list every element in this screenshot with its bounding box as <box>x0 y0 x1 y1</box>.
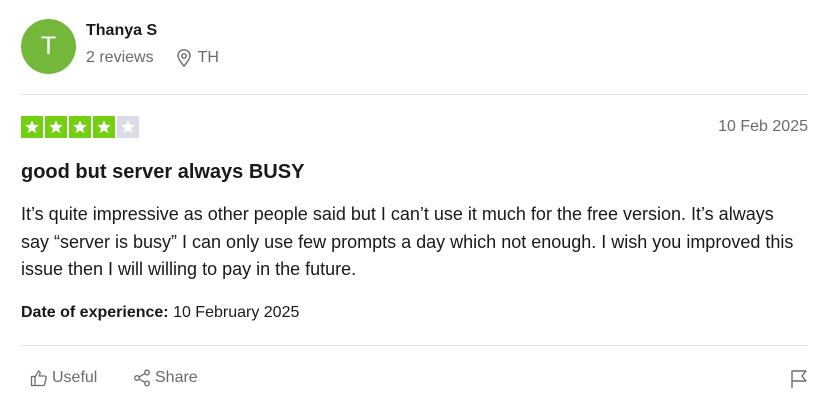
review-title: good but server always BUSY <box>21 161 305 183</box>
reviewer-meta: 2 reviews TH <box>86 49 219 67</box>
share-icon <box>133 369 151 387</box>
header-divider <box>21 94 808 95</box>
reviewer-location: TH <box>197 49 219 66</box>
star-filled <box>93 116 115 138</box>
star-filled <box>45 116 67 138</box>
flag-icon <box>790 369 808 389</box>
useful-label: Useful <box>52 369 98 386</box>
experience-date: 10 February 2025 <box>173 304 300 321</box>
share-button[interactable]: Share <box>133 369 198 387</box>
reviews-count: 2 reviews <box>86 49 154 66</box>
useful-button[interactable]: Useful <box>30 369 97 387</box>
reviewer-name[interactable]: Thanya S <box>86 22 157 40</box>
share-label: Share <box>155 369 198 386</box>
date-of-experience: Date of experience: 10 February 2025 <box>21 304 299 322</box>
review-body: It’s quite impressive as other people sa… <box>21 204 794 279</box>
location-pin-icon <box>176 49 192 67</box>
review-date: 10 Feb 2025 <box>718 118 808 135</box>
star-empty <box>117 116 139 138</box>
footer-divider <box>21 345 808 346</box>
avatar: T <box>21 19 76 74</box>
star-filled <box>69 116 91 138</box>
report-button[interactable] <box>790 369 808 389</box>
thumbs-up-icon <box>30 369 48 387</box>
avatar-initial: T <box>40 32 57 60</box>
star-filled <box>21 116 43 138</box>
experience-label: Date of experience: <box>21 304 169 321</box>
star-rating <box>21 116 139 138</box>
